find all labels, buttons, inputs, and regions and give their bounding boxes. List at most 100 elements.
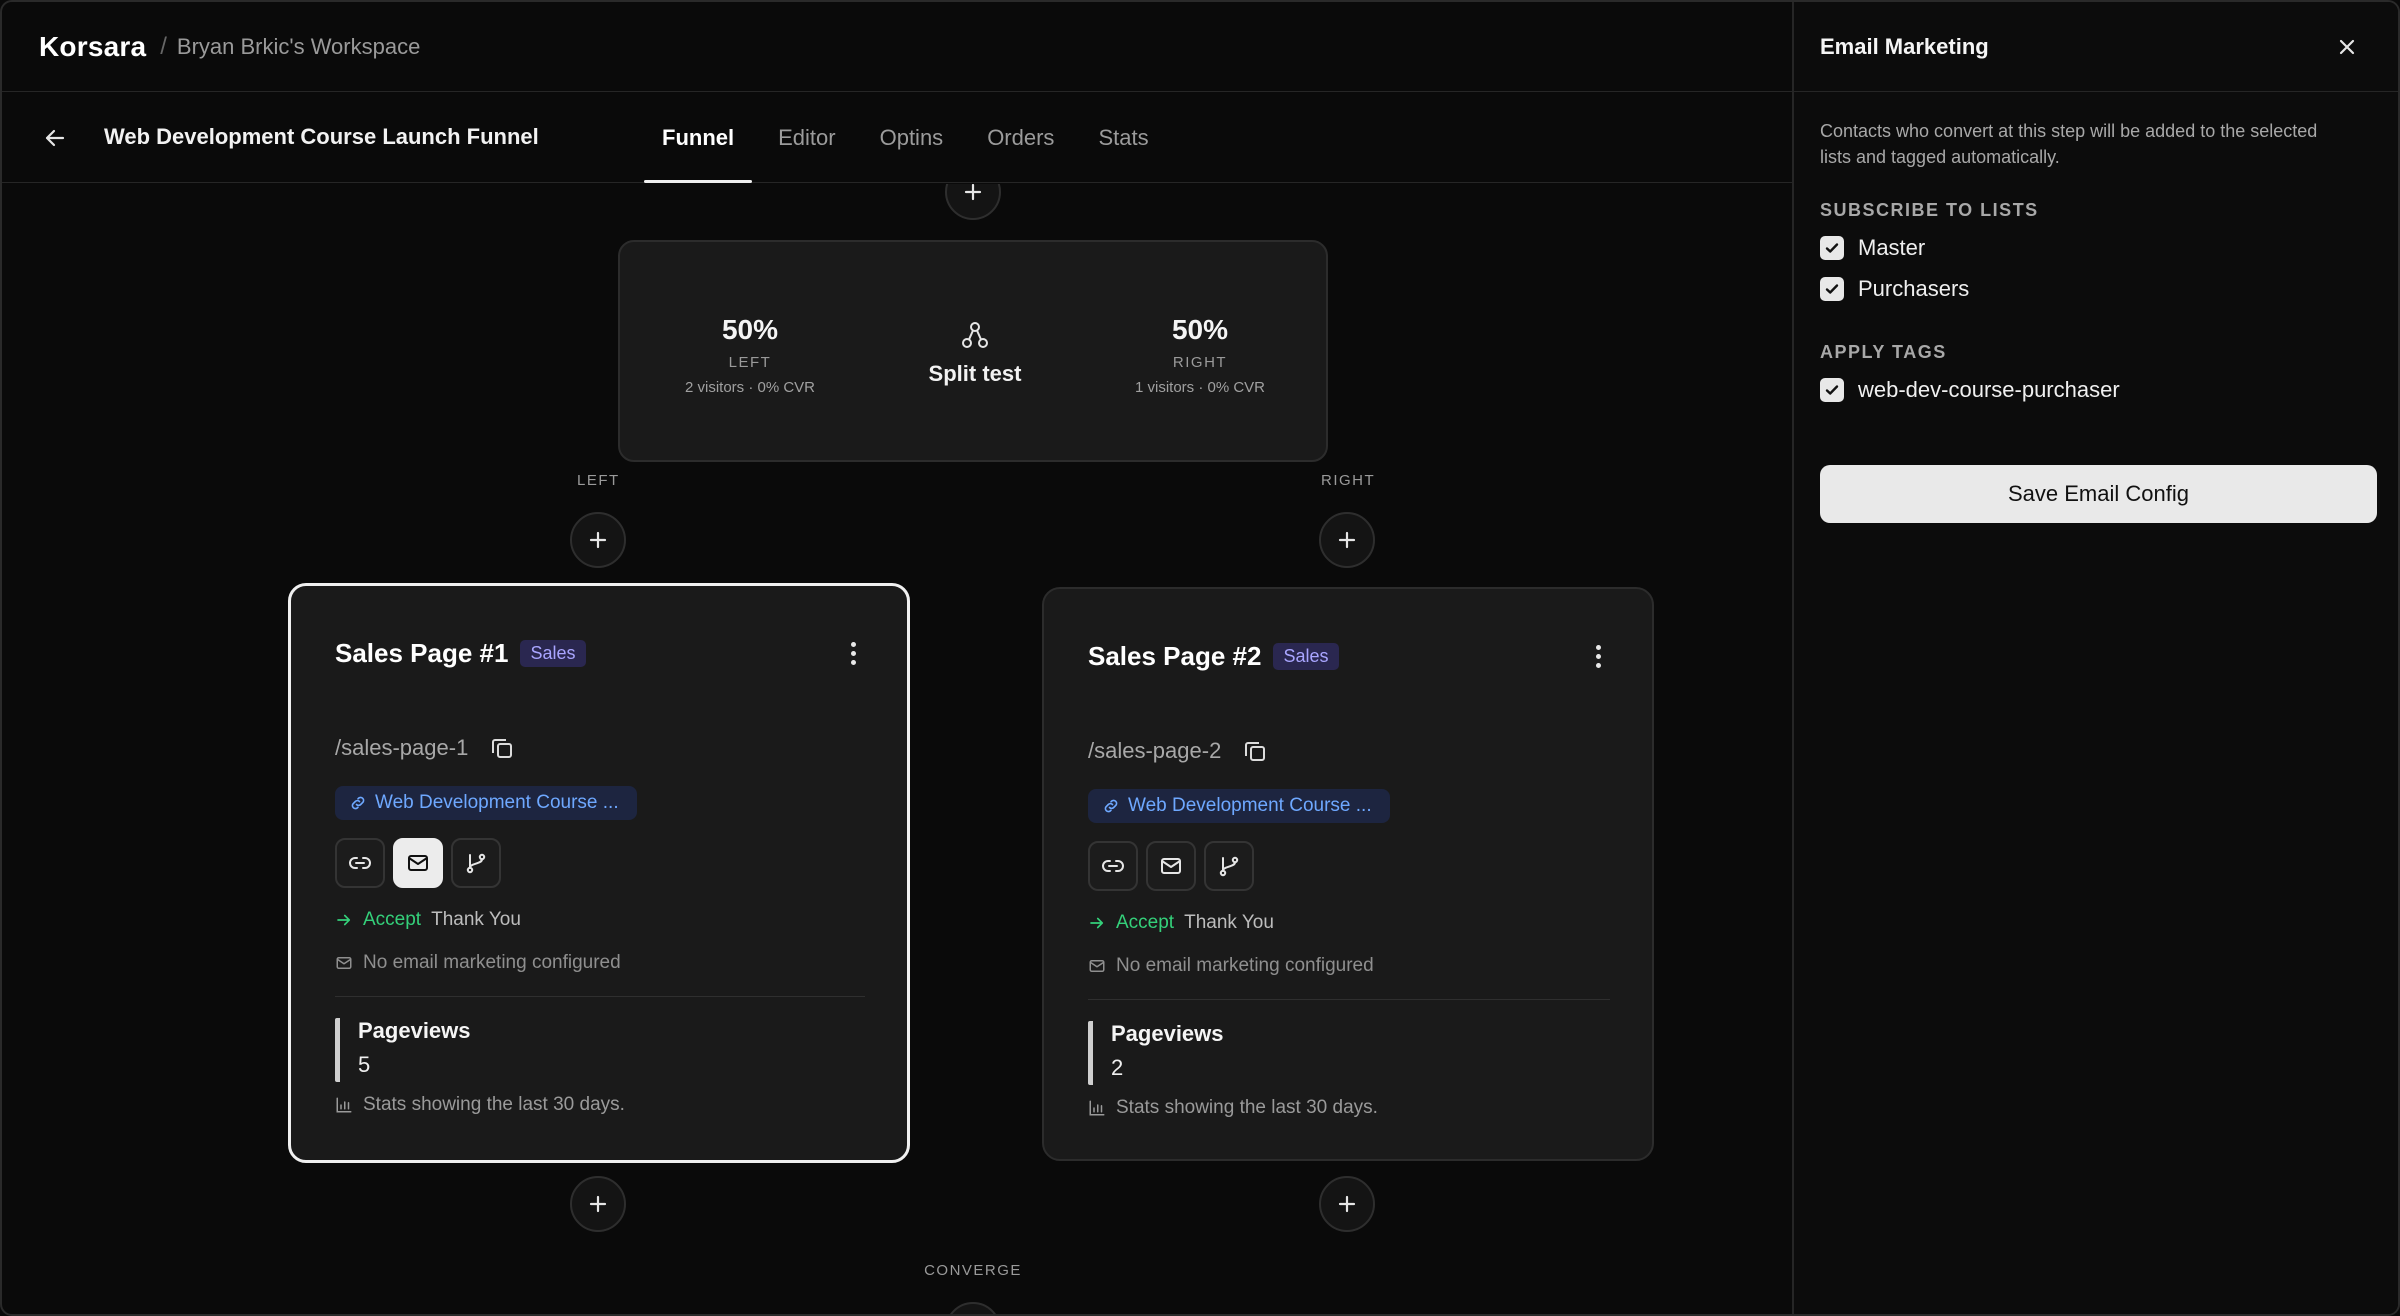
add-step-button-converge[interactable]	[945, 1302, 1001, 1314]
funnel-title: Web Development Course Launch Funnel	[104, 124, 539, 149]
email-marketing-panel: Email Marketing Contacts who convert at …	[1792, 2, 2398, 1314]
link-icon	[349, 857, 371, 869]
copy-icon[interactable]	[488, 734, 516, 762]
workspace-name[interactable]: Bryan Brkic's Workspace	[177, 34, 420, 60]
plus-icon	[589, 1195, 607, 1213]
stats-note-text: Stats showing the last 30 days.	[363, 1094, 625, 1115]
split-center: Split test	[875, 242, 1075, 464]
accept-route: Accept Thank You	[335, 909, 521, 931]
email-marketing-button[interactable]	[1146, 841, 1196, 891]
list-label: Master	[1858, 235, 1926, 260]
git-branch-icon	[466, 853, 486, 874]
page-action-buttons	[1088, 841, 1254, 891]
checkbox-checked-icon[interactable]	[1820, 236, 1844, 260]
plus-icon	[1338, 531, 1356, 549]
page-card-title: Sales Page #2 Sales	[1088, 641, 1339, 672]
page-title-text: Sales Page #2	[1088, 641, 1262, 671]
tag-checkbox-web-dev-course-purchaser[interactable]: web-dev-course-purchaser	[1820, 377, 2398, 403]
link-button[interactable]	[335, 838, 385, 888]
stat-label: Pageviews	[358, 1018, 471, 1043]
page-card-title: Sales Page #1 Sales	[335, 638, 586, 669]
linked-product-text: Web Development Course ...	[375, 792, 619, 813]
panel-header: Email Marketing	[1794, 2, 2398, 92]
page-type-badge: Sales	[1273, 643, 1339, 670]
split-right-percent: 50%	[1171, 314, 1229, 345]
close-button[interactable]	[2332, 32, 2362, 62]
git-branch-icon	[1219, 856, 1239, 877]
link-icon	[351, 796, 365, 810]
link-button[interactable]	[1088, 841, 1138, 891]
stats-note: Stats showing the last 30 days.	[1088, 1097, 1378, 1119]
back-button[interactable]	[38, 121, 72, 155]
brand-logo[interactable]: Korsara	[39, 31, 146, 63]
add-step-button-top[interactable]	[945, 184, 1001, 220]
page-type-badge: Sales	[520, 640, 586, 667]
split-test-icon	[875, 320, 1075, 355]
branch-button[interactable]	[1204, 841, 1254, 891]
accept-target[interactable]: Thank You	[1184, 912, 1274, 934]
panel-description: Contacts who convert at this step will b…	[1820, 121, 2318, 167]
accept-label: Accept	[363, 909, 422, 930]
funnel-tabs: Funnel Editor Optins Orders Stats	[642, 93, 1173, 183]
panel-title: Email Marketing	[1820, 33, 1989, 59]
close-icon	[2339, 39, 2355, 55]
stat-label: Pageviews	[1111, 1021, 1224, 1046]
tab-stats[interactable]: Stats	[1078, 93, 1168, 183]
arrow-left-icon	[45, 129, 65, 147]
list-checkbox-purchasers[interactable]: Purchasers	[1820, 276, 2398, 302]
pageviews-stat: Pageviews 5	[335, 1018, 471, 1082]
more-options-icon[interactable]	[1586, 641, 1610, 671]
page-card-sales-2[interactable]: Sales Page #2 Sales /sales-page-2 Web De…	[1042, 587, 1654, 1161]
email-status-text: No email marketing configured	[1116, 955, 1374, 976]
branch-right-label: RIGHT	[1321, 472, 1376, 489]
tab-optins[interactable]: Optins	[860, 93, 964, 183]
accept-label: Accept	[1116, 912, 1175, 933]
accept-target[interactable]: Thank You	[431, 909, 521, 931]
converge-label: CONVERGE	[924, 1262, 1022, 1279]
email-status-text: No email marketing configured	[363, 952, 621, 973]
add-step-button-left[interactable]	[570, 512, 626, 568]
checkbox-checked-icon[interactable]	[1820, 378, 1844, 402]
card-divider	[1088, 999, 1610, 1000]
linked-product-chip[interactable]: Web Development Course ...	[335, 786, 637, 820]
linked-product-text: Web Development Course ...	[1128, 795, 1372, 816]
stats-note: Stats showing the last 30 days.	[335, 1094, 625, 1116]
plus-icon	[964, 184, 982, 201]
linked-product-chip[interactable]: Web Development Course ...	[1088, 789, 1390, 823]
stat-value: 5	[358, 1052, 371, 1077]
arrow-right-icon	[337, 914, 351, 926]
split-left-label: LEFT	[728, 354, 772, 371]
tab-orders[interactable]: Orders	[967, 93, 1074, 183]
split-test-label: Split test	[928, 361, 1022, 386]
branch-button[interactable]	[451, 838, 501, 888]
add-step-button-left-bottom[interactable]	[570, 1176, 626, 1232]
mail-icon	[1089, 960, 1105, 972]
split-left-stats: 2 visitors · 0% CVR	[684, 379, 816, 396]
split-left-percent: 50%	[721, 314, 779, 345]
add-step-button-right[interactable]	[1319, 512, 1375, 568]
save-email-config-button[interactable]: Save Email Config	[1820, 465, 2377, 523]
tab-editor[interactable]: Editor	[758, 93, 855, 183]
more-options-icon[interactable]	[841, 638, 865, 668]
email-status: No email marketing configured	[335, 952, 621, 974]
copy-icon[interactable]	[1241, 737, 1269, 765]
page-slug: /sales-page-1	[335, 735, 469, 760]
page-card-sales-1[interactable]: Sales Page #1 Sales /sales-page-1 Web De…	[288, 583, 910, 1163]
lists-heading: SUBSCRIBE TO LISTS	[1820, 200, 2039, 220]
list-checkbox-master[interactable]: Master	[1820, 235, 2398, 261]
tags-heading: APPLY TAGS	[1820, 342, 1947, 362]
plus-icon	[1338, 1195, 1356, 1213]
checkbox-checked-icon[interactable]	[1820, 277, 1844, 301]
top-bar: Korsara / Bryan Brkic's Workspace	[2, 2, 1792, 92]
email-status: No email marketing configured	[1088, 955, 1374, 977]
link-icon	[1104, 799, 1118, 813]
add-step-button-right-bottom[interactable]	[1319, 1176, 1375, 1232]
page-title-text: Sales Page #1	[335, 638, 509, 668]
split-test-card[interactable]: 50% LEFT 2 visitors · 0% CVR Split test …	[618, 240, 1328, 462]
email-marketing-button[interactable]	[393, 838, 443, 888]
split-right-label: RIGHT	[1172, 354, 1228, 371]
funnel-canvas[interactable]: 50% LEFT 2 visitors · 0% CVR Split test …	[2, 184, 1792, 1314]
bar-chart-icon	[336, 1097, 352, 1113]
split-left: 50% LEFT 2 visitors · 0% CVR	[620, 242, 880, 464]
tab-funnel[interactable]: Funnel	[642, 93, 754, 183]
